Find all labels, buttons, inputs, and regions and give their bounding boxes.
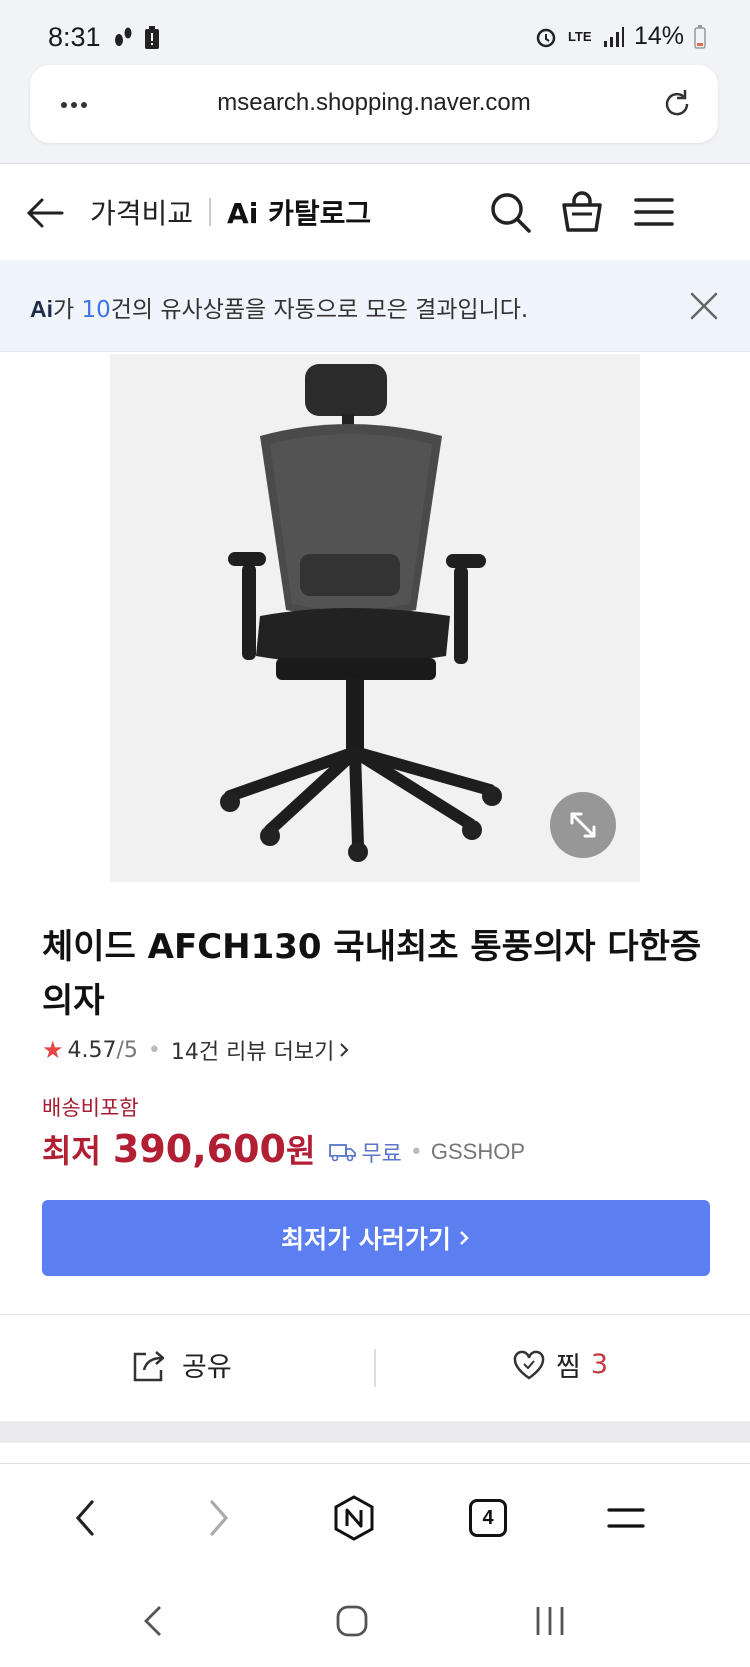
- naver-home-button[interactable]: [328, 1492, 380, 1544]
- price-unit: 원: [285, 1132, 316, 1170]
- rating-max: /5: [116, 1037, 138, 1063]
- menu-icon: [607, 1508, 645, 1528]
- buy-lowest-price-button[interactable]: 최저가 사러가기: [42, 1200, 710, 1276]
- wishlist-count: 3: [590, 1349, 609, 1380]
- system-home-icon[interactable]: [330, 1599, 374, 1643]
- system-navigation-bar: [0, 1573, 750, 1667]
- shopping-bag-icon[interactable]: [558, 188, 606, 236]
- alarm-icon: [536, 28, 556, 47]
- header-title: 가격비교 Ai 카탈로그: [90, 192, 371, 232]
- naver-logo-icon: [334, 1495, 374, 1541]
- ai-banner: Ai가 10건의 유사상품을 자동으로 모은 결과입니다.: [0, 260, 750, 352]
- share-label: 공유: [182, 1352, 232, 1383]
- menu-icon[interactable]: [630, 188, 678, 236]
- battery-percent: 14%: [633, 22, 684, 50]
- browser-back-button[interactable]: [60, 1492, 112, 1544]
- app-header: 가격비교 Ai 카탈로그: [0, 164, 750, 260]
- tabs-icon: 4: [469, 1499, 507, 1537]
- heart-icon: [513, 1350, 545, 1379]
- separator-dot: •: [147, 1037, 161, 1063]
- ai-banner-prefix: 가: [53, 297, 82, 323]
- url-bar[interactable]: msearch.shopping.naver.com: [30, 65, 718, 143]
- product-title: 체이드 AFCH130 국내최초 통풍의자 다한증 의자: [42, 927, 702, 1021]
- shipping-label: 배송비포함: [42, 1096, 139, 1120]
- status-time: 8:31: [48, 22, 101, 52]
- section-gap: [0, 1421, 750, 1443]
- share-icon: [133, 1350, 165, 1381]
- status-bar: 8:31 LTE 14%: [0, 0, 750, 62]
- star-icon: ★: [42, 1036, 64, 1064]
- status-right: LTE 14%: [534, 22, 706, 51]
- ai-catalog-title: Ai 카탈로그: [227, 197, 372, 230]
- share-button[interactable]: 공유: [132, 1345, 232, 1384]
- wishlist-label: 찜: [556, 1352, 581, 1383]
- wishlist-button[interactable]: 찜 3: [512, 1345, 608, 1384]
- price-row: 최저 390,600 원 무료 • GSSHOP: [42, 1126, 525, 1172]
- separator-dot: •: [409, 1139, 423, 1165]
- tab-count: 4: [482, 1506, 494, 1529]
- chevron-right-icon[interactable]: [338, 1041, 350, 1059]
- next-section-peek: [0, 1443, 750, 1463]
- url-text[interactable]: msearch.shopping.naver.com: [30, 89, 718, 117]
- signal-icon: [603, 26, 624, 47]
- rating-score: 4.57: [67, 1037, 117, 1063]
- delivery-free: 무료: [361, 1142, 402, 1167]
- price-compare-title[interactable]: 가격비교: [90, 192, 193, 232]
- title-divider: [209, 198, 212, 226]
- tabs-button[interactable]: 4: [462, 1492, 514, 1544]
- action-row: 공유 찜 3: [0, 1315, 750, 1421]
- similar-count: 10: [81, 297, 111, 323]
- review-link[interactable]: 14건 리뷰 더보기: [171, 1034, 334, 1066]
- reload-icon[interactable]: [658, 85, 696, 123]
- chevron-right-icon: [459, 1231, 469, 1245]
- product-image[interactable]: [110, 354, 640, 882]
- expand-icon: [570, 812, 596, 838]
- zoom-button[interactable]: [550, 792, 616, 858]
- lowest-price-label: 최저: [42, 1132, 101, 1170]
- chevron-left-icon: [75, 1500, 94, 1536]
- ai-banner-text: Ai가 10건의 유사상품을 자동으로 모은 결과입니다.: [30, 290, 528, 324]
- battery-icon: [694, 24, 706, 49]
- price-value: 390,600: [112, 1127, 286, 1171]
- system-back-icon[interactable]: [132, 1599, 176, 1643]
- rating-row: ★ 4.57 /5 • 14건 리뷰 더보기: [42, 1034, 350, 1066]
- close-icon[interactable]: [688, 290, 720, 322]
- status-notification-icons: [112, 26, 160, 50]
- mall-name: GSSHOP: [430, 1139, 526, 1164]
- browser-forward-button[interactable]: [192, 1492, 244, 1544]
- network-type: LTE: [567, 28, 592, 44]
- back-arrow-icon[interactable]: [22, 190, 68, 236]
- search-icon[interactable]: [486, 188, 534, 236]
- battery-alert-icon: [145, 26, 159, 49]
- browser-toolbar: 4: [0, 1463, 750, 1573]
- truck-icon: [329, 1144, 357, 1162]
- browser-url-area: msearch.shopping.naver.com: [0, 62, 750, 164]
- action-divider: [374, 1349, 376, 1387]
- ai-logo: Ai: [30, 296, 53, 322]
- browser-menu-button[interactable]: [600, 1492, 652, 1544]
- steps-icon: [115, 27, 132, 46]
- buy-button-label: 최저가 사러가기: [281, 1225, 451, 1254]
- chevron-right-icon: [210, 1500, 229, 1536]
- ai-banner-message: 건의 유사상품을 자동으로 모은 결과입니다.: [110, 297, 529, 323]
- delivery-info: 무료 • GSSHOP: [329, 1136, 525, 1168]
- system-recents-icon[interactable]: [528, 1599, 572, 1643]
